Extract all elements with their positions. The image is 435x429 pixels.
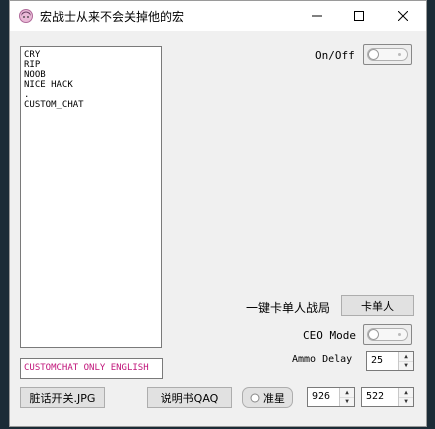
custom-chat-input[interactable]: CUSTOMCHAT ONLY ENGLISH [20, 358, 163, 379]
list-item[interactable]: CUSTOM_CHAT [24, 100, 158, 110]
toggle-track [367, 328, 408, 341]
crosshair-toggle-circle-icon [250, 393, 260, 402]
crosshair-y-value: 522 [366, 391, 385, 402]
list-item[interactable]: . [24, 90, 158, 100]
ceo-mode-label: CEO Mode [303, 329, 356, 342]
chat-toggle-button[interactable]: 脏话开关.JPG [20, 387, 105, 408]
maximize-button[interactable] [338, 1, 380, 31]
maximize-icon [354, 11, 364, 21]
window-title: 宏战士从来不会关掉他的宏 [40, 10, 185, 24]
app-window: 宏战士从来不会关掉他的宏 CRY RIP NOOB NICE HACK . CU… [9, 0, 427, 427]
on-off-label: On/Off [315, 49, 355, 62]
ceo-mode-toggle[interactable] [363, 324, 412, 345]
close-button[interactable] [382, 1, 424, 31]
crosshair-button[interactable]: 准星 [242, 387, 293, 408]
close-icon [398, 11, 408, 21]
ammo-delay-label: Ammo Delay [292, 354, 353, 365]
app-anime-girl-icon [19, 9, 33, 23]
ammo-delay-value: 25 [371, 355, 384, 366]
manual-button[interactable]: 说明书QAQ [147, 387, 232, 408]
toggle-indicator-dot [398, 53, 401, 56]
toggle-knob [368, 49, 379, 60]
stepper-arrows[interactable]: ▲ ▼ [339, 388, 354, 406]
list-item[interactable]: RIP [24, 60, 158, 70]
list-item[interactable]: NICE HACK [24, 80, 158, 90]
title-bar[interactable]: 宏战士从来不会关掉他的宏 [10, 1, 426, 31]
ammo-delay-stepper[interactable]: 25 ▲ ▼ [366, 351, 414, 371]
stepper-arrows[interactable]: ▲ ▼ [398, 352, 413, 370]
minimize-icon [312, 15, 322, 17]
phrase-listbox[interactable]: CRY RIP NOOB NICE HACK . CUSTOM_CHAT [20, 46, 162, 348]
crosshair-button-label: 准星 [263, 391, 285, 405]
crosshair-y-stepper[interactable]: 522 ▲ ▼ [361, 387, 414, 407]
toggle-indicator-dot [398, 333, 401, 336]
crosshair-x-value: 926 [312, 391, 331, 402]
stepper-arrows[interactable]: ▲ ▼ [398, 388, 413, 406]
on-off-toggle[interactable] [363, 44, 412, 65]
list-item[interactable]: CRY [24, 50, 158, 60]
stepper-down-icon[interactable]: ▼ [399, 361, 413, 370]
toggle-knob [368, 329, 379, 340]
toggle-track [367, 48, 408, 61]
solo-session-button[interactable]: 卡单人 [341, 295, 414, 316]
list-item[interactable]: NOOB [24, 70, 158, 80]
stepper-down-icon[interactable]: ▼ [340, 397, 354, 406]
minimize-button[interactable] [296, 1, 338, 31]
crosshair-x-stepper[interactable]: 926 ▲ ▼ [307, 387, 355, 407]
one-click-solo-label: 一键卡单人战局 [246, 301, 331, 315]
stepper-down-icon[interactable]: ▼ [399, 397, 413, 406]
